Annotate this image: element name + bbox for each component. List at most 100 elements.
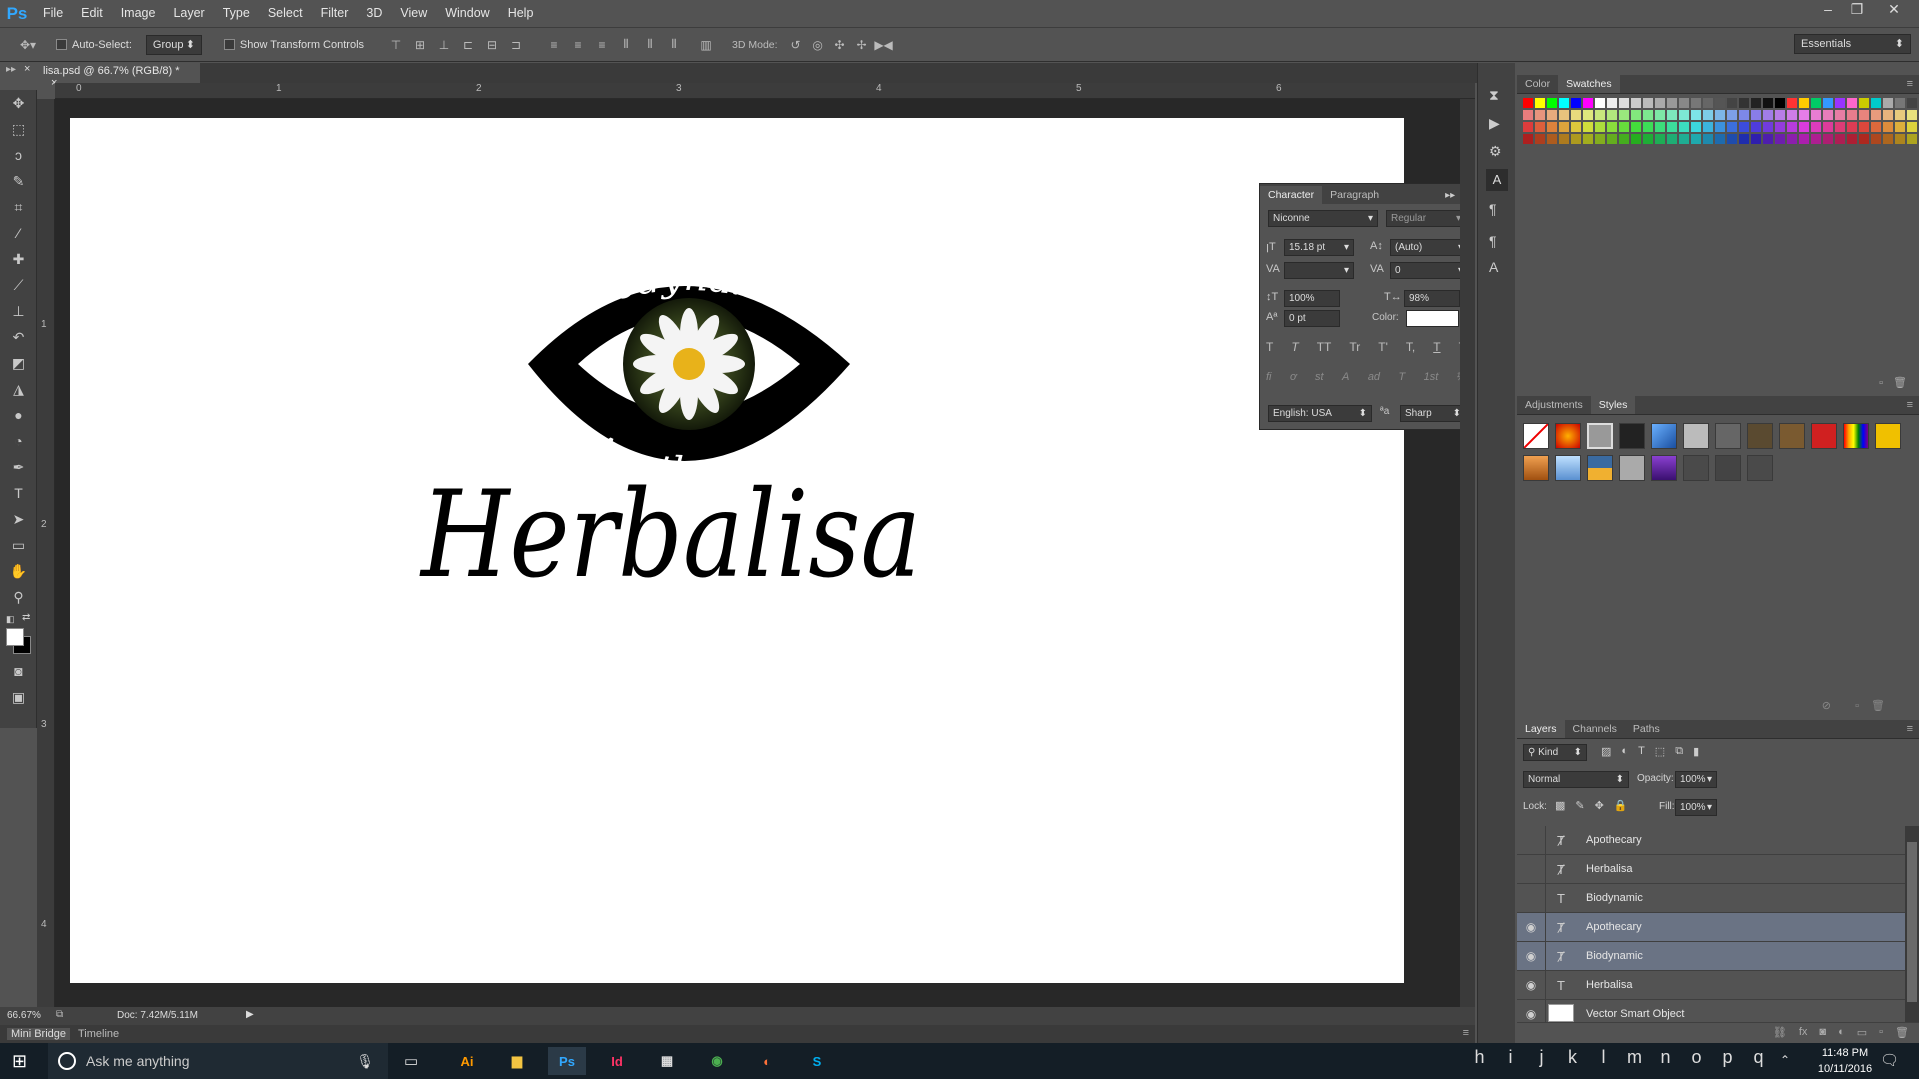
horizontal-scale-field[interactable]: 98% bbox=[1404, 290, 1460, 307]
tab-color[interactable]: Color bbox=[1517, 75, 1558, 93]
faux-bold-button[interactable]: T bbox=[1266, 340, 1273, 354]
menu-window[interactable]: Window bbox=[436, 0, 498, 27]
style-swatch[interactable] bbox=[1715, 423, 1741, 449]
notifications-icon[interactable]: 🗨 bbox=[1880, 1051, 1899, 1069]
swatch[interactable] bbox=[1607, 122, 1617, 132]
swatch-grid[interactable] bbox=[1517, 94, 1919, 154]
style-swatch[interactable] bbox=[1555, 455, 1581, 481]
swatch[interactable] bbox=[1535, 110, 1545, 120]
swatch[interactable] bbox=[1679, 122, 1689, 132]
task-view-icon[interactable]: ▭ bbox=[404, 1052, 418, 1070]
swatch[interactable] bbox=[1907, 134, 1917, 144]
swatch[interactable] bbox=[1883, 98, 1893, 108]
all-caps-button[interactable]: TT bbox=[1317, 340, 1332, 354]
font-size-field[interactable]: 15.18 pt ▾ bbox=[1284, 239, 1354, 256]
swatch[interactable] bbox=[1547, 110, 1557, 120]
filter-toggle-icon[interactable]: ▮ bbox=[1693, 745, 1699, 758]
3d-roll-icon[interactable]: ◎ bbox=[808, 35, 828, 55]
layer-row[interactable]: ◉ T Herbalisa bbox=[1517, 970, 1905, 1000]
document-tab[interactable]: lisa.psd @ 66.7% (RGB/8) * × bbox=[37, 63, 200, 89]
align-hcenter-icon[interactable]: ⊟ bbox=[482, 35, 502, 55]
tab-paragraph[interactable]: Paragraph bbox=[1322, 186, 1387, 204]
zoom-tool-icon[interactable]: ⚲ bbox=[0, 584, 37, 610]
swatch[interactable] bbox=[1907, 110, 1917, 120]
minimize-button[interactable]: – bbox=[1814, 0, 1842, 20]
swatch[interactable] bbox=[1883, 122, 1893, 132]
tab-layers[interactable]: Layers bbox=[1517, 720, 1565, 738]
show-transform-checkbox[interactable] bbox=[223, 39, 235, 50]
swatch[interactable] bbox=[1595, 98, 1605, 108]
close-button[interactable]: ✕ bbox=[1880, 0, 1908, 20]
swatch[interactable] bbox=[1835, 122, 1845, 132]
panel-collapse-icon[interactable]: ▸▸ bbox=[6, 64, 16, 75]
hand-tool-icon[interactable]: ✋ bbox=[0, 558, 37, 584]
swatch[interactable] bbox=[1799, 98, 1809, 108]
swatch[interactable] bbox=[1799, 134, 1809, 144]
menu-filter[interactable]: Filter bbox=[312, 0, 358, 27]
system-tray-chevron-icon[interactable]: ⌃ bbox=[1780, 1053, 1790, 1067]
3d-slide-icon[interactable]: ✢ bbox=[852, 35, 872, 55]
swatch[interactable] bbox=[1655, 122, 1665, 132]
lock-all-icon[interactable]: 🔒 bbox=[1614, 799, 1628, 812]
distribute-right-icon[interactable]: ⫴ bbox=[664, 35, 684, 55]
key-q[interactable]: q bbox=[1746, 1047, 1771, 1071]
lock-transparency-icon[interactable]: ▩ bbox=[1555, 799, 1565, 812]
menu-file[interactable]: File bbox=[34, 0, 72, 27]
swatch[interactable] bbox=[1751, 122, 1761, 132]
marquee-tool-icon[interactable]: ⬚ bbox=[0, 116, 37, 142]
taskbar-photoshop-icon[interactable]: Ps bbox=[548, 1047, 586, 1075]
swatch[interactable] bbox=[1535, 122, 1545, 132]
swatch[interactable] bbox=[1727, 110, 1737, 120]
tab-adjustments[interactable]: Adjustments bbox=[1517, 396, 1591, 414]
swatch[interactable] bbox=[1679, 134, 1689, 144]
swatch[interactable] bbox=[1859, 110, 1869, 120]
visibility-off-icon[interactable] bbox=[1517, 825, 1546, 855]
swatch[interactable] bbox=[1811, 110, 1821, 120]
layer-row[interactable]: Ⱦ Herbalisa bbox=[1517, 854, 1905, 884]
style-swatch[interactable] bbox=[1651, 423, 1677, 449]
new-style-icon[interactable]: ▫ bbox=[1855, 700, 1859, 712]
swatch[interactable] bbox=[1715, 98, 1725, 108]
swatch[interactable] bbox=[1667, 98, 1677, 108]
properties-icon[interactable]: ⚙ bbox=[1489, 143, 1502, 160]
taskbar-calculator-icon[interactable]: ▦ bbox=[648, 1047, 686, 1075]
menu-view[interactable]: View bbox=[391, 0, 436, 27]
filter-type-icon[interactable]: T bbox=[1638, 745, 1645, 758]
swatch[interactable] bbox=[1571, 122, 1581, 132]
style-swatch[interactable] bbox=[1555, 423, 1581, 449]
underline-button[interactable]: T bbox=[1433, 340, 1440, 354]
history-icon[interactable]: ⧗ bbox=[1489, 87, 1499, 104]
align-top-icon[interactable]: ⊤ bbox=[386, 35, 406, 55]
microphone-icon[interactable]: 🎙 bbox=[356, 1053, 374, 1070]
style-swatch[interactable] bbox=[1619, 423, 1645, 449]
menu-layer[interactable]: Layer bbox=[164, 0, 213, 27]
path-select-tool-icon[interactable]: ➤ bbox=[0, 506, 37, 532]
swatch[interactable] bbox=[1751, 110, 1761, 120]
swatch[interactable] bbox=[1715, 134, 1725, 144]
swatch[interactable] bbox=[1811, 98, 1821, 108]
style-swatch[interactable] bbox=[1683, 455, 1709, 481]
font-family-dropdown[interactable]: Niconne ▾ bbox=[1268, 210, 1378, 227]
swatch[interactable] bbox=[1763, 110, 1773, 120]
swatch[interactable] bbox=[1895, 122, 1905, 132]
swatch[interactable] bbox=[1583, 110, 1593, 120]
eye-icon[interactable]: ◉ bbox=[1517, 941, 1546, 971]
swatch[interactable] bbox=[1607, 98, 1617, 108]
link-layers-icon[interactable]: ⛓ bbox=[1773, 1026, 1787, 1040]
healing-brush-tool-icon[interactable]: ✚ bbox=[0, 246, 37, 272]
swatch[interactable] bbox=[1895, 110, 1905, 120]
swatch[interactable] bbox=[1607, 134, 1617, 144]
taskbar-ai-icon[interactable]: Ai bbox=[448, 1047, 486, 1075]
style-swatch[interactable] bbox=[1779, 423, 1805, 449]
swatch[interactable] bbox=[1775, 122, 1785, 132]
panel-menu-icon[interactable]: ≡ bbox=[1463, 1027, 1469, 1039]
swatch[interactable] bbox=[1727, 98, 1737, 108]
subscript-button[interactable]: T, bbox=[1406, 340, 1415, 354]
swatch[interactable] bbox=[1595, 134, 1605, 144]
layer-filter-dropdown[interactable]: ⚲ Kind ⬍ bbox=[1523, 744, 1587, 761]
tab-channels[interactable]: Channels bbox=[1565, 720, 1625, 738]
quick-select-tool-icon[interactable]: ✎ bbox=[0, 168, 37, 194]
tracking-field[interactable]: 0▾ bbox=[1390, 262, 1468, 279]
quick-mask-icon[interactable]: ◙ bbox=[0, 658, 37, 684]
menu-edit[interactable]: Edit bbox=[72, 0, 112, 27]
